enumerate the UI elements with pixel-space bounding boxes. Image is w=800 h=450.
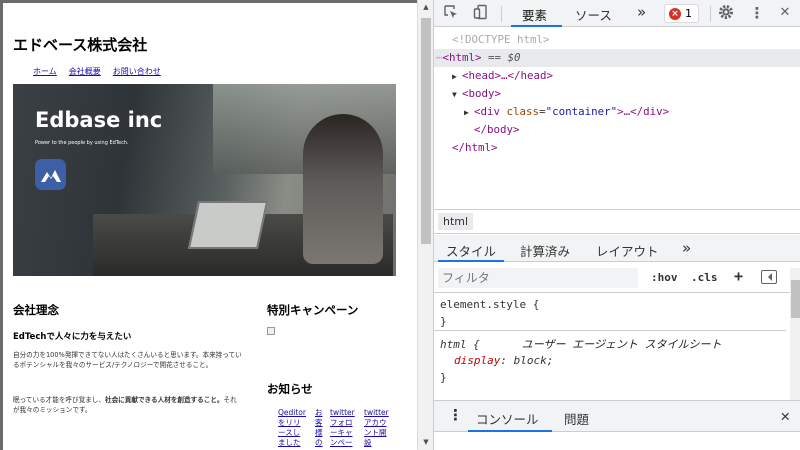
news-link-twitter-campaign[interactable]: twitter フォロ ーキャ ンペー [330,408,355,448]
device-toggle-icon[interactable] [472,4,490,22]
tab-more-chevron-icon[interactable]: » [637,3,646,21]
css-rules: element.style { } html {ユーザー エージェント スタイル… [434,293,786,389]
campaign-heading: 特別キャンペーン [267,303,359,317]
philosophy-heading: 会社理念 [13,303,59,317]
hero-brand: Edbase inc [35,108,163,132]
nav-link-about[interactable]: 会社概要 [69,66,101,77]
hero-image: Edbase inc Power to the people by using … [13,84,396,276]
css-property-display[interactable]: display: block; [454,354,553,367]
page-scrollbar[interactable]: ▲ ▼ [417,0,433,450]
close-devtools-icon[interactable]: ✕ [776,4,794,22]
dom-node-html-close[interactable]: </html> [434,139,498,157]
site-nav: ホーム 会社概要 お問い合わせ [33,66,161,77]
dom-tree: <!DOCTYPE html> ⋯<html> == $0 ▶ <head>…</… [434,27,800,207]
dom-node-doctype[interactable]: <!DOCTYPE html> [434,31,550,49]
tab-sources[interactable]: ソース [575,5,612,24]
nav-link-home[interactable]: ホーム [33,66,57,77]
inspect-element-icon[interactable] [442,4,460,22]
philosophy-paragraph-1: 自分の力を100%発揮できてない人はたくさんいると思います。本来持っているポテン… [13,351,242,369]
news-link-customer[interactable]: お客様の [315,408,323,448]
scroll-down-icon[interactable]: ▼ [422,438,430,446]
expand-triangle-icon[interactable]: ▶ [464,104,474,122]
site-title: エドベース株式会社 [13,36,148,54]
tab-more-chevron-icon[interactable]: » [682,239,691,257]
collapse-triangle-icon[interactable]: ▼ [452,86,462,104]
dom-node-body-close[interactable]: </body> [434,121,520,139]
news-link-twitter-account[interactable]: twitter アカウ ント開設 [364,408,389,448]
devtools-panel: 要素 ソース » × 1 ⋮ ✕ <!DOCTYPE html> ⋯<html>… [433,0,800,450]
class-toggle-button[interactable]: .cls [691,271,718,284]
dom-node-html[interactable]: ⋯<html> == $0 [434,49,800,67]
html-rule-selector[interactable]: html {ユーザー エージェント スタイルシート [440,336,722,352]
scrollbar-thumb[interactable] [791,280,800,318]
dom-node-body[interactable]: ▼ <body> [434,85,501,103]
tab-elements[interactable]: 要素 [522,5,547,24]
tab-computed[interactable]: 計算済み [520,241,570,260]
close-drawer-icon[interactable]: ✕ [780,409,790,424]
tab-issues[interactable]: 問題 [564,409,589,428]
styles-scrollbar[interactable] [790,268,800,400]
styles-filter-row: :hov .cls + [434,263,800,293]
sidebar-toggle-icon[interactable] [761,270,777,284]
drawer-tabbar: ⋮ コンソール 問題 ✕ [434,400,800,432]
tab-layout[interactable]: レイアウト [596,241,659,260]
person-illustration [303,114,383,264]
philosophy-paragraph-2: 眠っている才能を呼び覚まし、社会に貢献できる人材を創造すること。それが我々のミッ… [13,396,237,414]
hover-state-button[interactable]: :hov [651,271,678,284]
nav-link-contact[interactable]: お問い合わせ [113,66,161,77]
news-link-qeditor[interactable]: Qeditor をリリ ースし ました [278,408,306,448]
dom-node-div-container[interactable]: ▶ <div class="container">…</div> [434,103,669,121]
scrollbar-thumb[interactable] [421,18,431,244]
element-style-rule[interactable]: element.style { [440,298,539,311]
drawer-menu-icon[interactable]: ⋮ [448,406,463,424]
breadcrumb-html[interactable]: html [438,213,474,230]
styles-tabbar: スタイル 計算済み レイアウト » [434,235,800,262]
mountain-logo-icon [35,159,66,190]
error-icon: × [669,7,681,20]
tab-console[interactable]: コンソール [476,409,539,428]
new-rule-plus-icon[interactable]: + [734,267,743,285]
gear-icon[interactable] [717,4,735,22]
expand-triangle-icon[interactable]: ▶ [452,68,462,86]
kebab-menu-icon[interactable]: ⋮ [748,4,766,22]
browser-viewport: エドベース株式会社 ホーム 会社概要 お問い合わせ Edbase inc Pow… [0,0,417,450]
scroll-up-icon[interactable]: ▲ [422,3,430,11]
styles-filter-input[interactable] [438,268,638,288]
tab-styles[interactable]: スタイル [446,241,496,260]
philosophy-subheading: EdTechで人々に力を与えたい [13,332,132,342]
broken-image-icon [267,327,275,335]
news-heading: お知らせ [267,382,313,396]
breadcrumb: html [434,209,800,234]
dom-node-head[interactable]: ▶ <head>…</head> [434,67,553,85]
laptop-illustration [187,201,269,249]
hero-tagline: Power to the people by using EdTech. [35,140,129,146]
error-count-badge[interactable]: × 1 [664,4,699,23]
devtools-toolbar: 要素 ソース » × 1 ⋮ ✕ [434,0,800,27]
